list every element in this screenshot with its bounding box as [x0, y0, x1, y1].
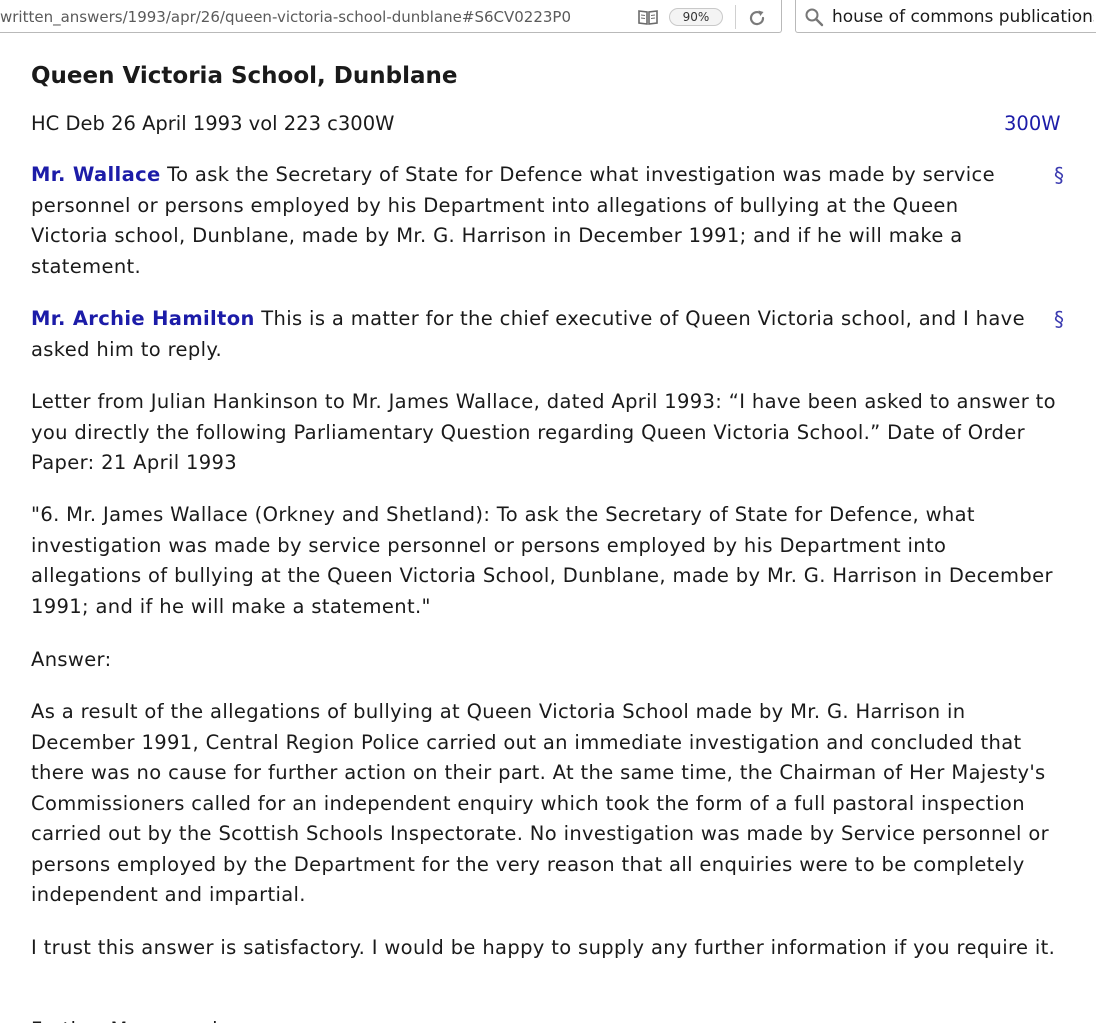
search-icon — [805, 8, 824, 27]
zoom-level-badge[interactable]: 90% — [669, 8, 723, 26]
page-title: Queen Victoria School, Dunblane — [31, 63, 458, 89]
url-bar-divider — [735, 5, 736, 29]
search-bar[interactable]: house of commons publications — [795, 0, 1096, 33]
browser-toolbar: written_answers/1993/apr/26/queen-victor… — [0, 0, 1096, 38]
closing-paragraph: I trust this answer is satisfactory. I w… — [31, 936, 1056, 959]
reader-view-icon[interactable] — [637, 8, 659, 26]
url-text[interactable]: written_answers/1993/apr/26/queen-victor… — [0, 8, 618, 26]
debate-reference: HC Deb 26 April 1993 vol 223 c300W — [31, 112, 395, 135]
letter-intro-paragraph: Letter from Julian Hankinson to Mr. Jame… — [31, 390, 1056, 474]
letter-answer-paragraph: As a result of the allegations of bullyi… — [31, 700, 1049, 906]
quoted-question-paragraph: "6. Mr. James Wallace (Orkney and Shetla… — [31, 503, 1053, 618]
address-bar[interactable]: written_answers/1993/apr/26/queen-victor… — [0, 0, 782, 33]
question-text: To ask the Secretary of State for Defenc… — [31, 163, 995, 278]
further-memoranda-line: Further Memoranda — [31, 1015, 1063, 1023]
section-permalink[interactable]: § — [1054, 160, 1064, 190]
question-paragraph: Mr. Wallace To ask the Secretary of Stat… — [31, 160, 1031, 282]
answer-heading: Answer: — [31, 648, 112, 671]
reload-icon[interactable] — [746, 7, 768, 29]
section-permalink[interactable]: § — [1054, 304, 1064, 334]
search-input[interactable]: house of commons publications — [832, 8, 1094, 26]
member-link-hamilton[interactable]: Mr. Archie Hamilton — [31, 307, 255, 330]
column-reference-link[interactable]: 300W — [1004, 109, 1061, 139]
answer-paragraph: Mr. Archie Hamilton This is a matter for… — [31, 304, 1031, 365]
member-link-wallace[interactable]: Mr. Wallace — [31, 163, 161, 186]
